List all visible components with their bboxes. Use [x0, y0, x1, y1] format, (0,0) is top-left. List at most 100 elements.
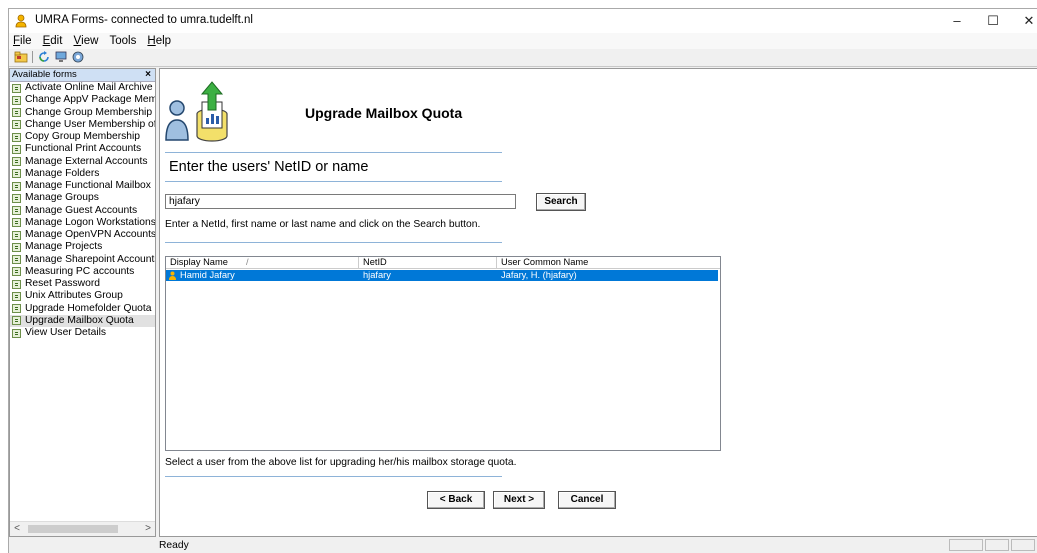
form-label: Functional Print Accounts: [25, 143, 142, 155]
list-item[interactable]: Unix Attributes Group: [10, 290, 155, 302]
form-label: Manage External Accounts: [25, 155, 148, 167]
menu-view[interactable]: View: [70, 33, 103, 49]
back-button[interactable]: < Back: [427, 491, 485, 509]
toolbar-separator: [32, 51, 33, 63]
column-netid[interactable]: NetID: [359, 257, 497, 268]
list-item[interactable]: Change Group Membership: [10, 107, 155, 119]
menu-file[interactable]: File: [9, 33, 36, 49]
form-icon: [12, 218, 21, 228]
computer-icon[interactable]: [54, 50, 68, 64]
form-icon: [12, 83, 21, 93]
toolbar: [9, 49, 1037, 67]
cancel-button[interactable]: Cancel: [558, 491, 616, 509]
form-icon: [12, 279, 21, 289]
divider: [165, 476, 502, 477]
list-item[interactable]: Activate Online Mail Archive: [10, 82, 155, 94]
form-icon: [12, 95, 21, 105]
column-common-name[interactable]: User Common Name: [497, 257, 720, 268]
settings-icon[interactable]: [71, 50, 85, 64]
search-button[interactable]: Search: [536, 193, 586, 211]
form-icon: [12, 108, 21, 117]
form-icon: [12, 193, 21, 203]
status-panel: [985, 539, 1009, 551]
search-hint: Enter a NetId, first name or last name a…: [165, 219, 481, 230]
sort-icon: /: [246, 257, 249, 267]
scroll-thumb[interactable]: [28, 525, 118, 533]
menu-bar: File Edit View Tools Help: [9, 33, 1037, 49]
available-forms-panel: Available forms × Activate Online Mail A…: [9, 68, 156, 537]
list-item[interactable]: Manage Functional Mailbox: [10, 180, 155, 192]
table-row[interactable]: Hamid Jafary hjafary Jafary, H. (hjafary…: [166, 270, 718, 281]
horizontal-scrollbar[interactable]: < >: [10, 521, 155, 536]
next-button[interactable]: Next >: [493, 491, 545, 509]
list-item[interactable]: View User Details: [10, 327, 155, 339]
list-item[interactable]: Reset Password: [10, 278, 155, 290]
list-item[interactable]: Manage Folders: [10, 168, 155, 180]
form-label: Change Group Membership: [25, 106, 153, 118]
column-label: Display Name: [170, 257, 228, 267]
panel-close-icon[interactable]: ×: [145, 69, 151, 81]
cell-common-name: Jafary, H. (hjafary): [501, 270, 577, 280]
form-label: Measuring PC accounts: [25, 265, 135, 277]
app-user-icon: [15, 14, 27, 28]
form-icon: [12, 267, 21, 277]
refresh-icon[interactable]: [37, 50, 51, 64]
form-label: Manage Functional Mailbox: [25, 180, 151, 191]
form-label: Change User Membership of Gr: [25, 118, 155, 130]
form-icon: [12, 120, 21, 130]
section-heading: Enter the users' NetID or name: [169, 159, 369, 175]
list-item[interactable]: Manage Projects: [10, 241, 155, 253]
scroll-left-icon[interactable]: <: [10, 522, 24, 536]
form-label: Manage Groups: [25, 192, 99, 204]
list-item[interactable]: Copy Group Membership: [10, 131, 155, 143]
list-item[interactable]: Change AppV Package Membe: [10, 94, 155, 106]
close-button[interactable]: ✕: [1011, 9, 1037, 33]
form-label: Manage Projects: [25, 241, 103, 253]
form-label: View User Details: [25, 327, 107, 338]
form-icon: [12, 144, 21, 154]
form-icon: [12, 157, 21, 166]
status-text: Ready: [159, 540, 189, 551]
form-icon: [12, 316, 21, 326]
list-item[interactable]: Manage External Accounts: [10, 156, 155, 168]
menu-edit[interactable]: Edit: [39, 33, 67, 49]
menu-help[interactable]: Help: [143, 33, 175, 49]
minimize-button[interactable]: –: [939, 9, 975, 33]
form-content: Upgrade Mailbox Quota Enter the users' N…: [159, 68, 1037, 537]
list-item[interactable]: Manage OpenVPN Accounts: [10, 229, 155, 241]
user-results-list[interactable]: Display Name / NetID User Common Name Ha…: [165, 256, 721, 451]
list-item[interactable]: Manage Guest Accounts: [10, 205, 155, 217]
form-label: Manage Guest Accounts: [25, 204, 138, 216]
form-icon: [12, 242, 21, 252]
list-item[interactable]: Upgrade Mailbox Quota: [10, 314, 155, 327]
list-item[interactable]: Manage Sharepoint Accounts: [10, 254, 155, 266]
open-icon[interactable]: [14, 50, 28, 64]
form-label: Reset Password: [25, 278, 100, 289]
status-bar: Ready: [9, 537, 1037, 553]
status-panel: [1011, 539, 1035, 551]
maximize-button[interactable]: ☐: [975, 9, 1011, 33]
column-display-name[interactable]: Display Name /: [166, 257, 359, 268]
menu-tools[interactable]: Tools: [106, 33, 141, 49]
form-label: Manage Sharepoint Accounts: [25, 253, 155, 265]
list-item[interactable]: Measuring PC accounts: [10, 266, 155, 278]
title-bar: UMRA Forms- connected to umra.tudelft.nl…: [9, 9, 1037, 33]
list-item[interactable]: Functional Print Accounts: [10, 143, 155, 155]
form-icon: [12, 206, 21, 215]
user-icon: [169, 271, 176, 280]
list-item[interactable]: Change User Membership of Gr: [10, 119, 155, 131]
form-label: Manage OpenVPN Accounts: [25, 229, 155, 240]
form-icon: [12, 181, 21, 191]
form-icon: [12, 304, 21, 313]
netid-search-input[interactable]: [165, 194, 516, 209]
cell-netid: hjafary: [363, 270, 391, 280]
form-label: Manage Folders: [25, 167, 100, 179]
list-item[interactable]: Upgrade Homefolder Quota: [10, 303, 155, 315]
scroll-right-icon[interactable]: >: [141, 522, 155, 536]
form-icon: [12, 169, 21, 179]
list-item[interactable]: Manage Groups: [10, 192, 155, 204]
list-item[interactable]: Manage Logon Workstations: [10, 217, 155, 229]
divider: [165, 242, 502, 243]
mailbox-upgrade-logo: [165, 81, 228, 142]
select-hint: Select a user from the above list for up…: [165, 457, 517, 468]
